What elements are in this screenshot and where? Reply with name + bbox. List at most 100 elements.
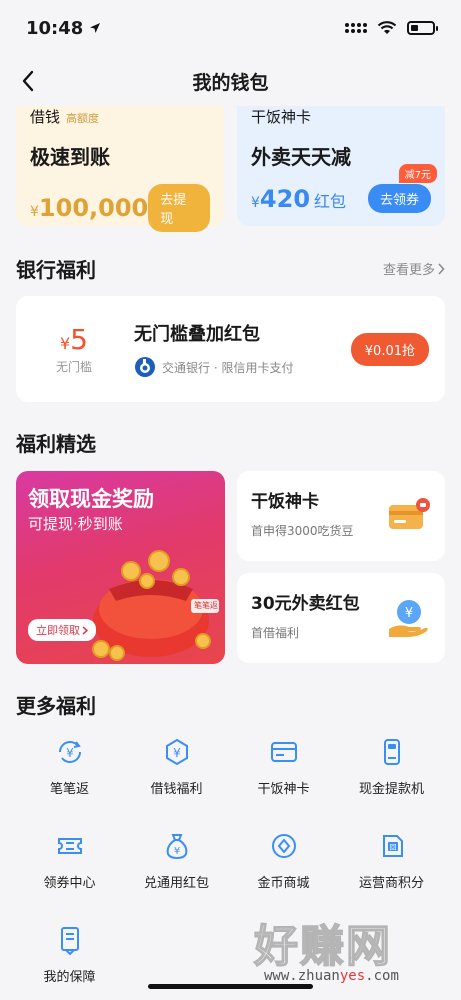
top-cards: 借钱 高额度 极速到账 ¥100,000 去提现 干饭神卡 外卖天天减 ¥420… — [16, 106, 445, 232]
status-icons — [345, 21, 438, 35]
wifi-icon — [377, 21, 397, 34]
claim-coupon-wrap: 减7元 去领券 — [367, 164, 437, 213]
grid-item-coupon-center[interactable]: 领券中心 — [12, 830, 127, 910]
yen-hexagon-icon: ¥ — [161, 736, 193, 768]
money-bag-illustration — [92, 550, 219, 661]
yen-cycle-icon: ¥ — [54, 736, 86, 768]
svg-text:¥: ¥ — [66, 746, 74, 760]
grid-item-label: 现金提款机 — [358, 782, 424, 797]
shenka-amount: ¥420 红包 — [251, 185, 346, 213]
hand-yen-icon: ¥ — [389, 600, 428, 637]
loan-card-bottom: ¥100,000 去提现 — [30, 184, 210, 232]
bank-coupon-value: ¥5 无门槛 — [32, 323, 116, 375]
grid-item-coin-mall[interactable]: 金币商城 — [226, 830, 341, 910]
loan-card-subtitle: 极速到账 — [30, 145, 110, 169]
banner-title: 领取现金奖励 — [28, 487, 154, 511]
bank-coupon-currency: ¥ — [59, 334, 71, 353]
grid-item-label: 领券中心 — [43, 876, 96, 891]
more-section-header: 更多福利 — [16, 690, 445, 719]
loan-amount-value: 100,000 — [38, 194, 149, 222]
shenka-card-header: 干饭神卡 — [251, 106, 431, 127]
money-bag-icon: ¥ — [161, 830, 193, 862]
grid-item-loan-welfare[interactable]: ¥ 借钱福利 — [119, 736, 234, 816]
grid-item-label: 兑通用红包 — [143, 876, 209, 891]
card-icon — [268, 736, 300, 768]
bank-section-title: 银行福利 — [16, 258, 96, 282]
grid-item-bibifan[interactable]: ¥ 笔笔返 — [12, 736, 127, 816]
bank-coupon-desc-row: 交通银行 · 限信用卡支付 — [134, 356, 351, 378]
grid-item-label: 金币商城 — [257, 876, 310, 891]
watermark-url: www.zhuanyes.com — [264, 968, 399, 984]
promo-card-shenka[interactable]: 干饭神卡 首申得3000吃货豆 — [237, 471, 445, 561]
grid-item-label: 我的保障 — [43, 970, 96, 985]
featured-section-title: 福利精选 — [16, 432, 96, 456]
status-time: 10:48 — [26, 18, 101, 39]
bank-coupon-title: 无门槛叠加红包 — [134, 324, 260, 345]
grid-item-my-protection[interactable]: 我的保障 — [12, 924, 127, 1000]
loan-card-label: 借钱 — [30, 108, 61, 126]
loan-card-header: 借钱 高额度 — [30, 106, 210, 127]
watermark-url-suffix: .com — [365, 968, 399, 984]
site-watermark: 好赚网 www.zhuanyes.com — [248, 910, 448, 995]
watermark-url-prefix: www.zhuan — [264, 968, 340, 984]
claim-now-button[interactable]: 立即领取 — [28, 619, 96, 641]
bank-coupon-desc: 交通银行 · 限信用卡支付 — [162, 360, 294, 375]
view-more-link[interactable]: 查看更多 — [383, 259, 445, 278]
bank-coupon-amount: ¥5 — [60, 323, 88, 356]
page-title: 我的钱包 — [192, 71, 269, 94]
status-bar: 10:48 — [0, 0, 461, 56]
bank-coupon-card[interactable]: ¥5 无门槛 无门槛叠加红包 交通银行 · 限信用卡支付 ¥0.01抢 — [16, 296, 445, 402]
claim-coupon-button[interactable]: 去领券 — [367, 184, 431, 213]
chevron-right-icon — [438, 262, 445, 275]
chevron-right-icon — [82, 625, 88, 635]
svg-text:¥: ¥ — [173, 846, 179, 857]
svg-text:回: 回 — [389, 844, 396, 852]
view-more-label: 查看更多 — [382, 263, 435, 278]
withdraw-button[interactable]: 去提现 — [148, 184, 210, 232]
grab-coupon-button[interactable]: ¥0.01抢 — [350, 332, 429, 366]
grid-item-label: 运营商积分 — [358, 876, 424, 891]
home-indicator[interactable] — [148, 984, 313, 989]
loan-card-tag: 高额度 — [66, 112, 100, 125]
shenka-card-label: 干饭神卡 — [251, 108, 312, 126]
discount-badge: 减7元 — [398, 164, 437, 183]
coin-icon — [268, 830, 300, 862]
grid-item-label: 笔笔返 — [49, 782, 89, 797]
shenka-amount-unit: 红包 — [314, 191, 347, 211]
grid-item-label: 借钱福利 — [150, 782, 203, 797]
shenka-amount-value: 420 — [259, 184, 311, 213]
atm-icon — [376, 736, 408, 768]
cash-reward-banner[interactable]: 领取现金奖励 可提现·秒到账 笔笔返 立即领取 — [16, 471, 225, 664]
status-time-text: 10:48 — [26, 17, 84, 39]
more-section-title: 更多福利 — [16, 694, 96, 718]
chevron-left-icon — [22, 70, 34, 92]
back-button[interactable] — [14, 67, 42, 95]
ticket-icon — [54, 830, 86, 862]
shenka-currency: ¥ — [251, 194, 260, 211]
grid-item-label: 干饭神卡 — [257, 782, 310, 797]
svg-text:¥: ¥ — [173, 746, 181, 760]
shenka-card-bottom: ¥420 红包 减7元 去领券 — [251, 164, 437, 213]
loan-amount: ¥100,000 — [30, 194, 148, 222]
nav-bar: 我的钱包 — [0, 56, 461, 106]
document-icon — [54, 924, 86, 956]
shenka-card[interactable]: 干饭神卡 外卖天天减 ¥420 红包 减7元 去领券 — [237, 106, 445, 226]
grid-item-shenka[interactable]: 干饭神卡 — [226, 736, 341, 816]
location-arrow-icon — [90, 23, 101, 33]
card-coupon-icon — [389, 498, 430, 529]
bank-logo-icon — [135, 357, 155, 377]
claim-now-label: 立即领取 — [36, 624, 80, 637]
watermark-logo: 好赚网 — [253, 920, 392, 973]
bank-coupon-threshold: 无门槛 — [55, 360, 92, 374]
promo-card-takeout[interactable]: 30元外卖红包 首借福利 ¥ — [237, 573, 445, 663]
signal-icon — [345, 23, 367, 33]
grid-item-redeem-envelope[interactable]: ¥ 兑通用红包 — [119, 830, 234, 910]
watermark-url-highlight: yes — [339, 968, 366, 984]
sim-card-icon: 回 — [376, 830, 408, 862]
featured-section-header: 福利精选 — [16, 428, 445, 457]
loan-card[interactable]: 借钱 高额度 极速到账 ¥100,000 去提现 — [16, 106, 224, 232]
bag-label: 笔笔返 — [194, 601, 218, 610]
grid-item-atm[interactable]: 现金提款机 — [334, 736, 449, 816]
loan-currency: ¥ — [30, 204, 39, 220]
grid-item-carrier-points[interactable]: 回 运营商积分 — [334, 830, 449, 910]
